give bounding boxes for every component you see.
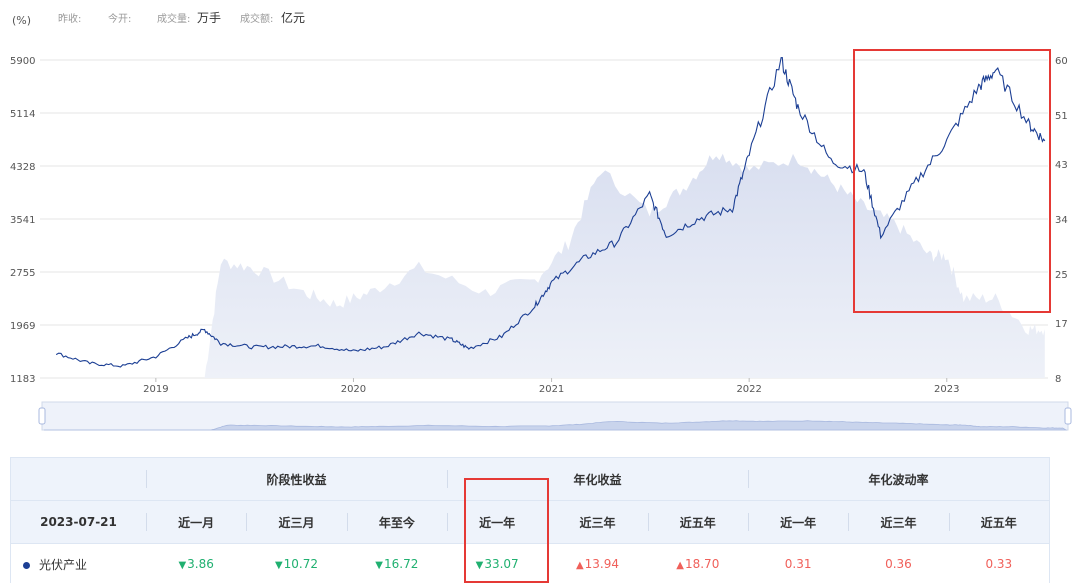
- value-cell: 0.31: [747, 543, 849, 584]
- value-cell: ▼3.86: [146, 543, 247, 584]
- stats-table: 阶段性收益 年化收益 年化波动率 2023-07-21 近一月 近三月 年至今 …: [10, 457, 1050, 584]
- value-text: 33.07: [484, 557, 519, 571]
- stats-date: 2023-07-21: [11, 500, 146, 544]
- y-left-tick-label: 1969: [10, 321, 35, 332]
- prev-close-label: 昨收:: [58, 12, 81, 25]
- y-right-tick-label: 51: [1055, 111, 1068, 122]
- value-cell: ▼16.72: [346, 543, 447, 584]
- value-text: 0.36: [885, 557, 912, 571]
- y-right-tick-label: 17: [1055, 319, 1068, 330]
- value-text: 13.94: [584, 557, 619, 571]
- group-header-annualized-volatility: 年化波动率: [747, 458, 1049, 501]
- value-text: 0.31: [784, 557, 812, 571]
- x-tick-label: 2019: [143, 384, 168, 395]
- y-left-tick-label: 4328: [10, 162, 35, 173]
- group-header-period-return: 阶段性收益: [146, 458, 447, 501]
- col-header: 近三月: [246, 500, 347, 544]
- y-left-tick-label: 5900: [10, 56, 35, 67]
- left-axis-ticks: 1183 1969 2755 3541 4328 5114 5900: [10, 56, 35, 385]
- value-cell: ▲13.94: [547, 543, 648, 584]
- y-right-tick-label: 60: [1055, 56, 1068, 67]
- value-text: 0.33: [985, 557, 1013, 571]
- unit-label: (%): [12, 14, 31, 27]
- turnover-area: [204, 153, 1045, 378]
- x-axis-ticks: 2019 2020 2021 2022 2023: [143, 378, 959, 395]
- down-arrow-icon: ▼: [375, 560, 383, 571]
- y-left-tick-label: 5114: [10, 109, 35, 120]
- value-cell: 0.36: [848, 543, 949, 584]
- row-name: 光伏产业: [39, 557, 88, 572]
- col-header: 近三年: [848, 500, 949, 544]
- x-tick-label: 2020: [341, 384, 366, 395]
- series-dot-icon: [23, 561, 30, 569]
- right-axis-ticks: 8 17 25 34 43 51 60: [1055, 56, 1068, 385]
- up-arrow-icon: ▲: [676, 560, 684, 571]
- row-name-cell: 光伏产业: [11, 543, 146, 584]
- x-tick-label: 2021: [539, 384, 564, 395]
- col-header: 近一年: [747, 500, 849, 544]
- up-arrow-icon: ▲: [575, 560, 584, 571]
- value-text: 10.72: [283, 557, 319, 571]
- turnover-area-layer: [204, 153, 1045, 378]
- y-right-tick-label: 25: [1055, 270, 1068, 281]
- col-header: 近一年: [446, 500, 548, 544]
- open-label: 今开:: [108, 12, 131, 25]
- y-left-tick-label: 3541: [10, 215, 35, 226]
- value-text: 3.86: [187, 557, 214, 571]
- data-zoom-slider[interactable]: [38, 401, 1072, 431]
- down-arrow-icon: ▼: [274, 560, 283, 571]
- turnover-label: 成交额:: [240, 12, 273, 25]
- value-cell: 0.33: [948, 543, 1049, 584]
- col-header: 年至今: [346, 500, 447, 544]
- turnover-unit: 亿元: [281, 10, 305, 25]
- group-header-annualized-return: 年化收益: [446, 458, 748, 501]
- value-text: 16.72: [383, 557, 419, 571]
- y-right-tick-label: 34: [1055, 215, 1068, 226]
- col-header: 近一月: [146, 500, 247, 544]
- index-chart: (%) 昨收: 今开: 成交量: 万手 成交额: 亿元 1183 1969 2755…: [10, 10, 1072, 431]
- value-cell: ▲18.70: [647, 543, 748, 584]
- zoom-handle-left[interactable]: [38, 407, 46, 425]
- table-row: 光伏产业 ▼3.86 ▼10.72 ▼16.72 ▼33.07 ▲13.94 ▲…: [11, 543, 1049, 584]
- col-header: 近五年: [948, 500, 1049, 544]
- volume-unit: 万手: [197, 11, 221, 25]
- col-header: 近三年: [547, 500, 648, 544]
- y-left-tick-label: 1183: [10, 374, 35, 385]
- volume-label: 成交量:: [157, 12, 190, 25]
- stats-corner: [11, 458, 146, 501]
- y-left-tick-label: 2755: [10, 268, 35, 279]
- y-right-tick-label: 43: [1055, 160, 1068, 171]
- zoom-handle-right[interactable]: [1064, 407, 1072, 425]
- down-arrow-icon: ▼: [475, 560, 484, 571]
- value-cell: ▼33.07: [446, 543, 548, 584]
- x-tick-label: 2022: [736, 384, 761, 395]
- value-text: 18.70: [684, 557, 720, 571]
- x-tick-label: 2023: [934, 384, 959, 395]
- down-arrow-icon: ▼: [178, 560, 187, 571]
- col-header: 近五年: [647, 500, 748, 544]
- y-right-tick-label: 8: [1055, 374, 1061, 385]
- value-cell: ▼10.72: [246, 543, 347, 584]
